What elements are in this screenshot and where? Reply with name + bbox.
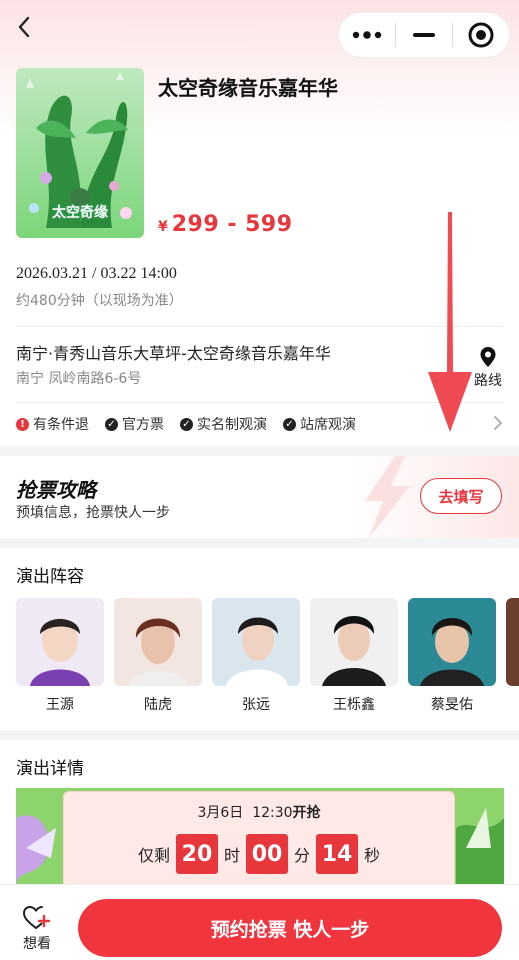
ticket-strategy-banner: 抢票攻略 预填信息，抢票快人一步 去填写 bbox=[0, 456, 519, 538]
strategy-subtitle: 预填信息，抢票快人一步 bbox=[16, 505, 170, 521]
tag-label: 官方票 bbox=[122, 417, 164, 433]
artist-name: 王源 bbox=[46, 697, 74, 713]
artist-name: 王栎鑫 bbox=[333, 697, 375, 713]
service-tags[interactable]: ! 有条件退 ✓ 官方票 ✓ 实名制观演 ✓ 站席观演 bbox=[16, 414, 356, 434]
currency-symbol: ¥ bbox=[158, 219, 168, 235]
countdown-date: 3月6日 bbox=[197, 805, 244, 821]
event-duration: 约480分钟（以现场为准） bbox=[16, 293, 183, 309]
divider bbox=[16, 402, 503, 403]
details-title: 演出详情 bbox=[16, 759, 84, 779]
hours-box: 20 bbox=[175, 834, 218, 874]
event-datetime: 2026.03.21 / 03.22 14:00 bbox=[16, 265, 177, 282]
chevron-left-icon bbox=[18, 16, 30, 38]
bottom-action-bar: 想看 预约抢票 快人一步 bbox=[0, 884, 519, 960]
event-title: 太空奇缘音乐嘉年华 bbox=[158, 76, 338, 100]
tag-conditional-refund: ! 有条件退 bbox=[16, 414, 89, 434]
tag-label: 实名制观演 bbox=[197, 417, 267, 433]
price-range: ¥299 - 599 bbox=[158, 212, 293, 237]
close-miniprogram-button[interactable] bbox=[453, 13, 509, 57]
more-button[interactable] bbox=[339, 13, 395, 57]
seconds-box: 14 bbox=[316, 834, 359, 874]
check-icon: ✓ bbox=[105, 417, 118, 431]
artist-card-partial[interactable] bbox=[506, 598, 519, 714]
tag-standing: ✓ 站席观演 bbox=[283, 414, 356, 434]
target-icon bbox=[468, 22, 494, 48]
countdown-suffix: 开抢 bbox=[292, 805, 321, 821]
lightning-decoration bbox=[365, 456, 410, 538]
want-label: 想看 bbox=[23, 936, 51, 952]
artist-card[interactable]: 蔡旻佑 bbox=[408, 598, 496, 714]
tag-official-ticket: ✓ 官方票 bbox=[105, 414, 164, 434]
check-icon: ✓ bbox=[283, 417, 296, 431]
countdown-time: 12:30 bbox=[252, 805, 293, 821]
artist-photo bbox=[408, 598, 496, 686]
artist-card[interactable]: 张远 bbox=[212, 598, 300, 714]
heart-plus-icon bbox=[22, 905, 51, 929]
countdown-start: 3月6日 12:30开抢 bbox=[64, 802, 454, 822]
poster-caption: 太空奇缘 bbox=[52, 205, 108, 221]
venue-name[interactable]: 南宁·青秀山音乐大草坪-太空奇缘音乐嘉年华 bbox=[16, 340, 331, 364]
countdown-card: 3月6日 12:30开抢 仅剩 20 时 00 分 14 秒 bbox=[63, 791, 455, 891]
check-icon: ✓ bbox=[180, 417, 193, 431]
price-value: 299 - 599 bbox=[171, 212, 293, 237]
artist-photo bbox=[506, 598, 519, 686]
lineup-section: 演出阵容 王源 陆虎 张远 王栎鑫 蔡旻佑 bbox=[0, 548, 519, 730]
artist-photo bbox=[114, 598, 202, 686]
minutes-box: 00 bbox=[246, 834, 288, 874]
tag-real-name: ✓ 实名制观演 bbox=[180, 414, 267, 434]
back-button[interactable] bbox=[12, 12, 40, 42]
chevron-right-icon[interactable] bbox=[492, 414, 504, 432]
artist-photo bbox=[16, 598, 104, 686]
lineup-title: 演出阵容 bbox=[16, 567, 84, 587]
seconds-unit: 秒 bbox=[364, 846, 381, 865]
minutes-unit: 分 bbox=[294, 846, 311, 865]
miniprogram-capsule bbox=[338, 12, 510, 58]
reserve-ticket-button[interactable]: 预约抢票 快人一步 bbox=[78, 899, 502, 957]
countdown-timer: 仅剩 20 时 00 分 14 秒 bbox=[64, 834, 454, 874]
route-button[interactable]: 路线 bbox=[470, 346, 506, 390]
route-label: 路线 bbox=[474, 373, 502, 389]
more-dots-icon bbox=[352, 31, 382, 39]
venue-address: 南宁 凤岭南路6-6号 bbox=[16, 371, 142, 387]
artist-list: 王源 陆虎 张远 王栎鑫 蔡旻佑 bbox=[16, 598, 519, 714]
event-header: 太空奇缘 太空奇缘音乐嘉年华 ¥299 - 599 2026.03.21 / 0… bbox=[0, 0, 519, 446]
remain-label: 仅剩 bbox=[137, 846, 170, 865]
alert-icon: ! bbox=[16, 417, 29, 431]
minus-icon bbox=[413, 33, 435, 37]
artist-name: 张远 bbox=[242, 697, 270, 713]
tag-label: 站席观演 bbox=[300, 417, 356, 433]
location-pin-icon bbox=[480, 347, 496, 367]
tag-label: 有条件退 bbox=[33, 417, 89, 433]
fill-info-button[interactable]: 去填写 bbox=[420, 478, 502, 514]
artist-card[interactable]: 王源 bbox=[16, 598, 104, 714]
artist-photo bbox=[212, 598, 300, 686]
artist-photo bbox=[310, 598, 398, 686]
strategy-title: 抢票攻略 bbox=[16, 478, 96, 502]
artist-name: 陆虎 bbox=[144, 697, 172, 713]
hours-unit: 时 bbox=[223, 846, 240, 865]
artist-name: 蔡旻佑 bbox=[431, 697, 473, 713]
event-poster[interactable]: 太空奇缘 bbox=[16, 68, 144, 238]
want-to-see-button[interactable]: 想看 bbox=[14, 905, 60, 953]
artist-card[interactable]: 王栎鑫 bbox=[310, 598, 398, 714]
divider bbox=[16, 326, 503, 327]
minimize-button[interactable] bbox=[396, 13, 452, 57]
artist-card[interactable]: 陆虎 bbox=[114, 598, 202, 714]
